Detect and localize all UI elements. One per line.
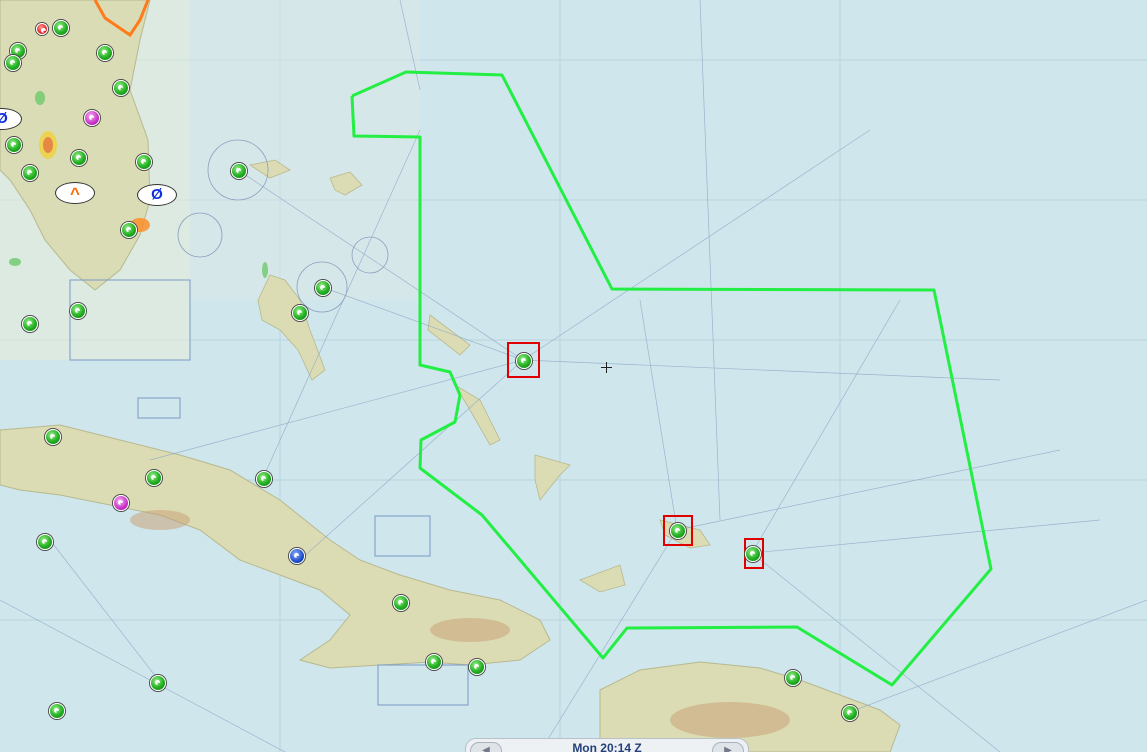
station-marker[interactable] xyxy=(516,353,532,369)
station-marker[interactable] xyxy=(469,659,485,675)
station-marker[interactable] xyxy=(97,45,113,61)
station-marker[interactable] xyxy=(121,222,137,238)
play-left-icon[interactable]: ◀ xyxy=(470,742,502,752)
station-marker[interactable] xyxy=(136,154,152,170)
station-marker[interactable] xyxy=(785,670,801,686)
station-marker[interactable] xyxy=(70,303,86,319)
play-right-icon[interactable]: ▶ xyxy=(712,742,744,752)
station-marker[interactable] xyxy=(36,23,48,35)
station-marker[interactable] xyxy=(842,705,858,721)
mountain-obscuration-icon[interactable]: ^ xyxy=(55,182,95,204)
station-marker[interactable] xyxy=(45,429,61,445)
station-marker[interactable] xyxy=(146,470,162,486)
station-marker[interactable] xyxy=(289,548,305,564)
station-marker[interactable] xyxy=(670,523,686,539)
station-marker[interactable] xyxy=(53,20,69,36)
overcast-icon[interactable]: Ø xyxy=(137,184,177,206)
aeronautical-map[interactable]: Ø Ø ^ ◀ Mon 20:14 Z ▶ xyxy=(0,0,1147,752)
station-marker[interactable] xyxy=(49,703,65,719)
time-control-bar[interactable]: ◀ Mon 20:14 Z ▶ xyxy=(465,738,749,752)
station-marker[interactable] xyxy=(231,163,247,179)
station-marker[interactable] xyxy=(315,280,331,296)
station-marker[interactable] xyxy=(113,80,129,96)
time-label: Mon 20:14 Z xyxy=(572,741,642,752)
station-marker[interactable] xyxy=(6,137,22,153)
station-marker[interactable] xyxy=(22,165,38,181)
station-marker[interactable] xyxy=(426,654,442,670)
station-marker[interactable] xyxy=(113,495,129,511)
station-marker[interactable] xyxy=(393,595,409,611)
cursor-crosshair xyxy=(601,362,612,373)
station-marker[interactable] xyxy=(256,471,272,487)
chart-base-layer xyxy=(0,0,1147,752)
station-marker[interactable] xyxy=(71,150,87,166)
station-marker[interactable] xyxy=(150,675,166,691)
station-marker[interactable] xyxy=(22,316,38,332)
station-marker[interactable] xyxy=(745,546,761,562)
station-marker[interactable] xyxy=(84,110,100,126)
station-marker[interactable] xyxy=(292,305,308,321)
station-marker[interactable] xyxy=(37,534,53,550)
station-marker[interactable] xyxy=(5,55,21,71)
